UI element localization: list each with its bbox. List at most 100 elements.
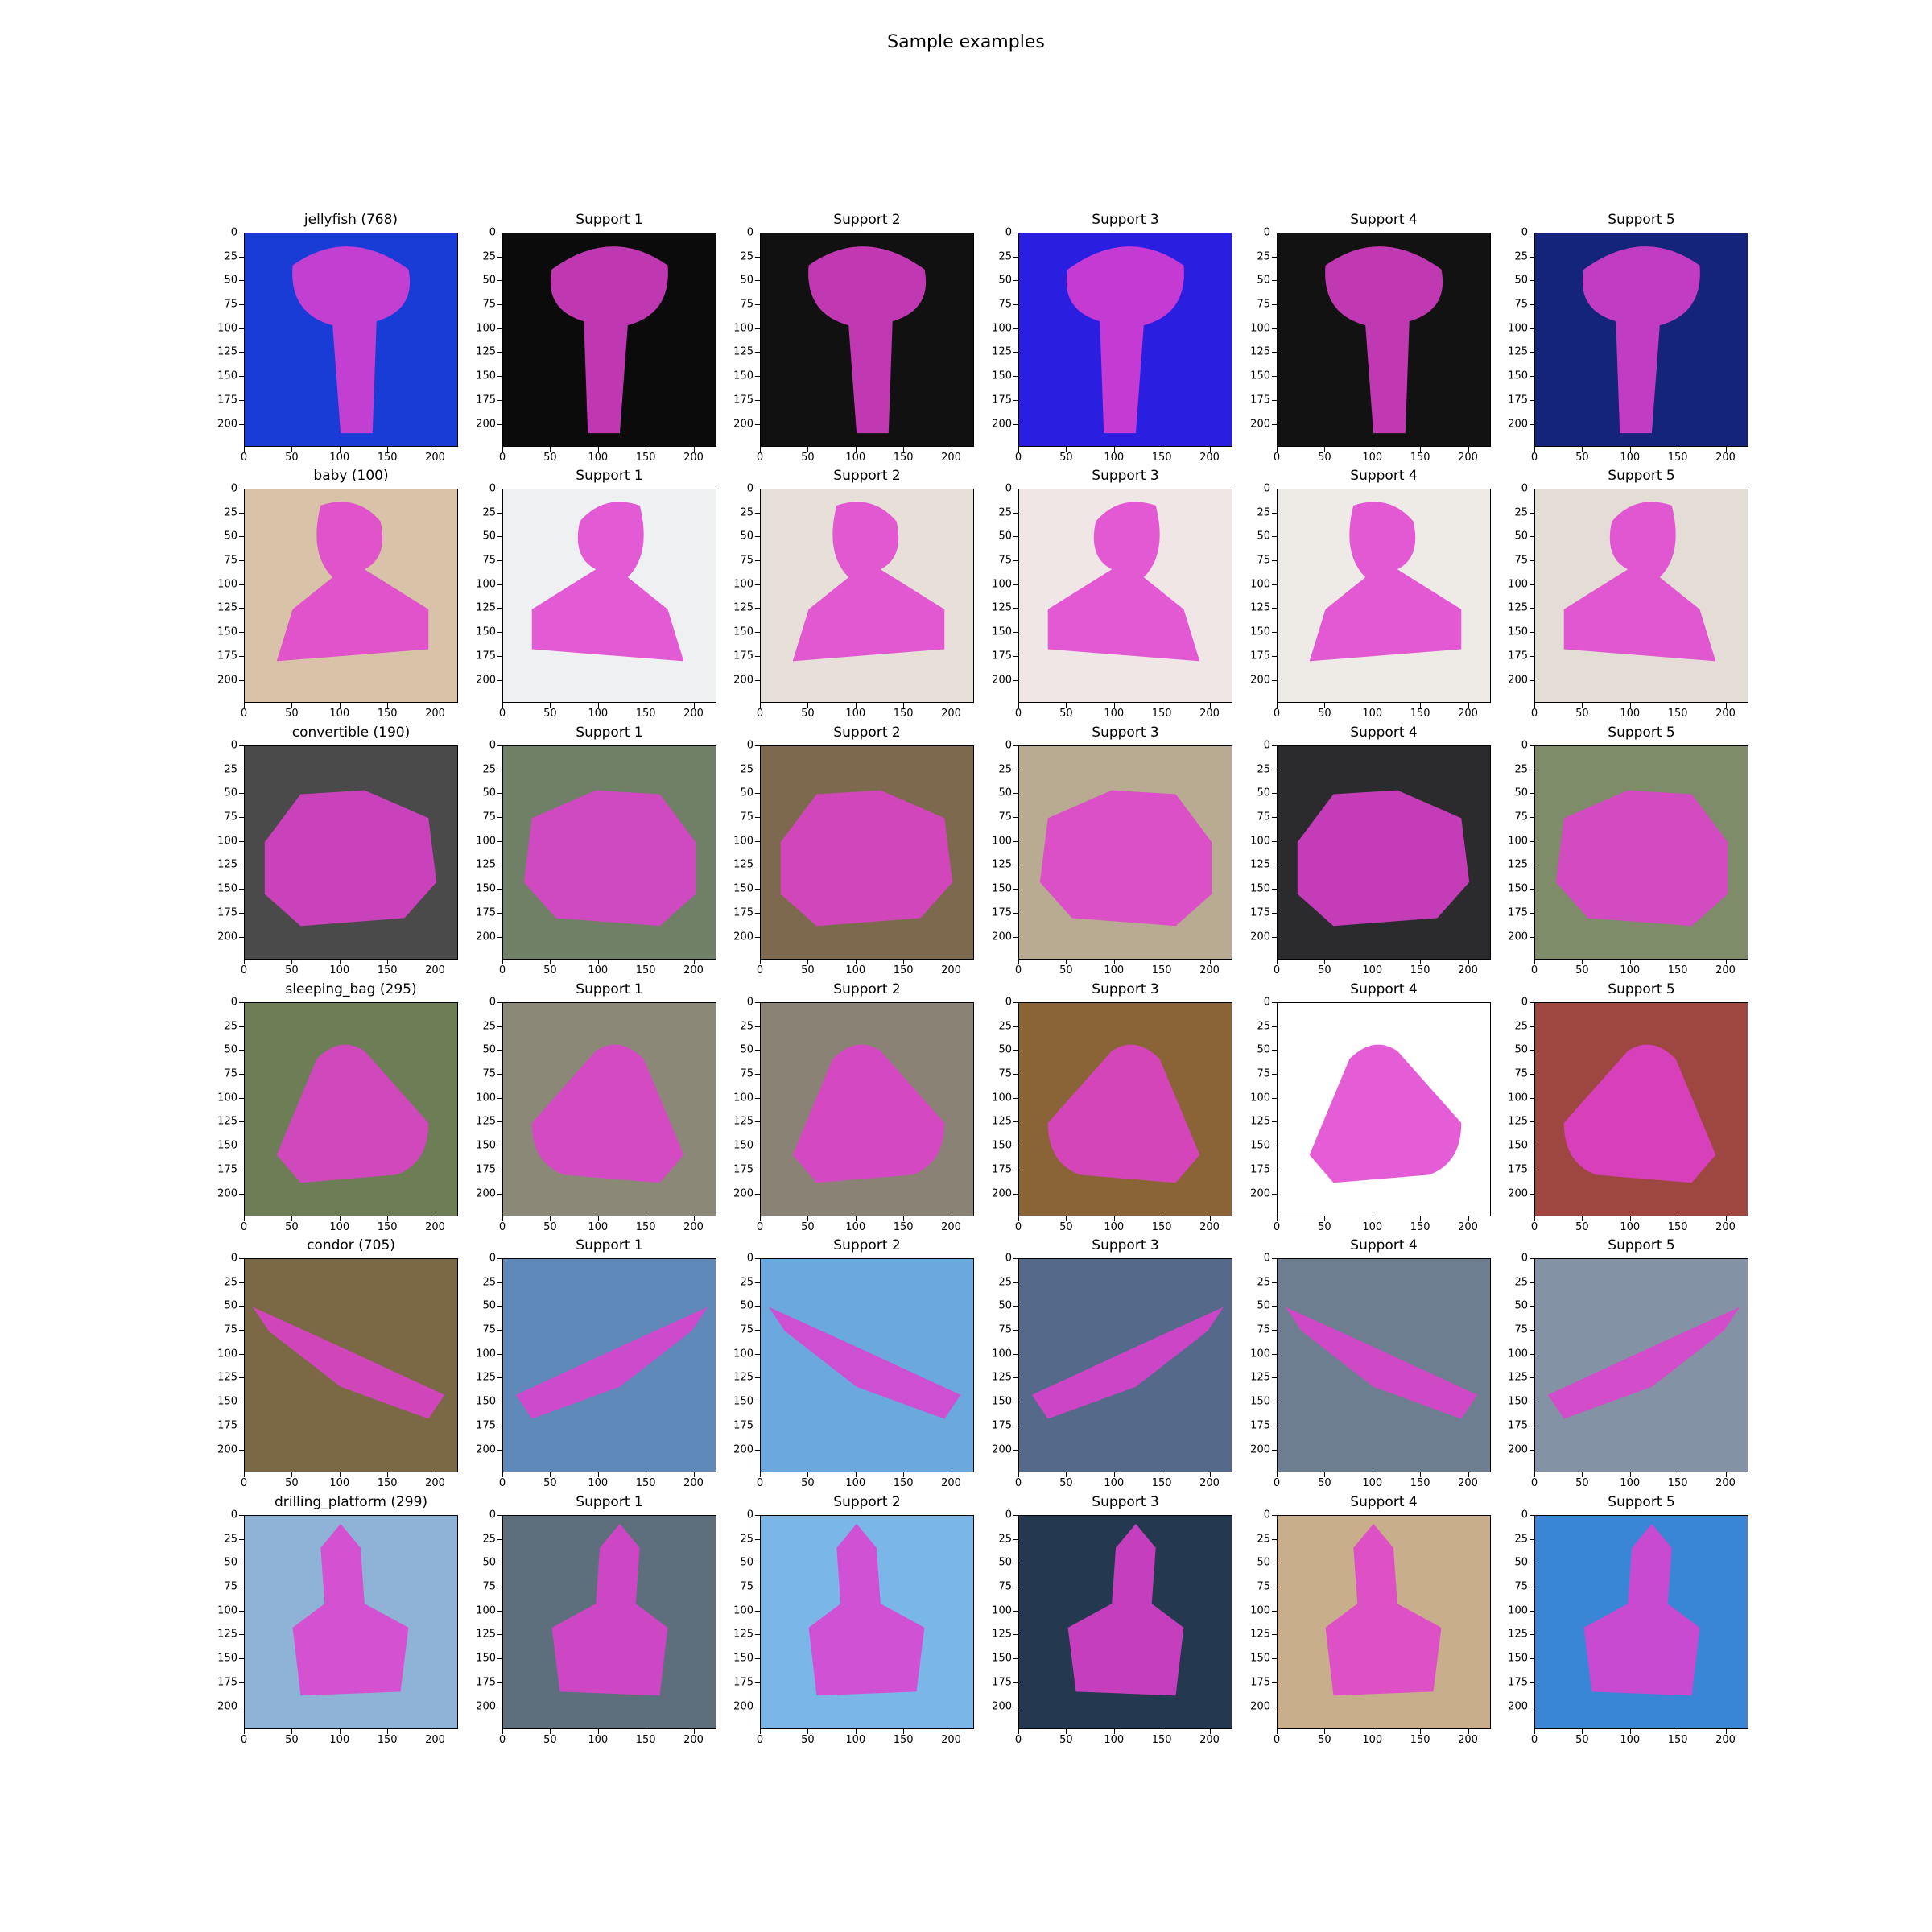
y-tick-label: 0 [489, 226, 496, 239]
y-tick-mark [497, 1282, 502, 1283]
support-panel: Support 2 0 25 50 75 100 125 150 175 200 0 50 100 150… [733, 981, 974, 1233]
x-tick-label: 0 [756, 1734, 764, 1746]
y-tick-mark [1530, 1634, 1534, 1636]
y-tick-mark [497, 1610, 502, 1612]
y-tick-mark [1530, 1353, 1534, 1355]
image-frame [1534, 489, 1748, 703]
y-tick-label: 125 [992, 1628, 1012, 1641]
y-tick-mark [239, 1377, 244, 1379]
y-tick-mark [1013, 1306, 1018, 1307]
y-tick-label: 150 [476, 882, 496, 895]
y-tick-mark [239, 793, 244, 795]
y-tick-label: 25 [1514, 250, 1528, 263]
y-tick-label: 25 [998, 1276, 1012, 1289]
x-tick-label: 200 [1715, 1221, 1736, 1233]
y-tick-mark [239, 1026, 244, 1027]
image-frame [1018, 1002, 1232, 1216]
x-tick-label: 50 [1575, 708, 1589, 720]
y-tick-mark [1013, 280, 1018, 282]
y-tick-label: 100 [733, 322, 753, 335]
y-tick-mark [1530, 912, 1534, 914]
y-tick-label: 25 [998, 1020, 1012, 1033]
y-tick-label: 150 [733, 1139, 753, 1152]
y-tick-label: 200 [733, 931, 753, 943]
y-tick-mark [497, 560, 502, 562]
y-tick-mark [497, 584, 502, 585]
y-tick-label: 200 [1250, 1187, 1270, 1199]
x-tick-label: 50 [801, 1734, 815, 1746]
x-tick-label: 100 [1104, 452, 1125, 464]
y-tick-mark [755, 512, 760, 514]
support-title: Support 5 [1608, 1494, 1675, 1510]
y-tick-label: 200 [1508, 674, 1528, 686]
y-tick-mark [497, 1353, 502, 1355]
y-tick-label: 100 [1508, 1604, 1528, 1617]
sample-grid: jellyfish (768) 0 25 50 75 100 125 150 175 200 0 50… [0, 0, 1932, 1932]
y-tick-label: 0 [489, 996, 496, 1009]
y-tick-mark [755, 1097, 760, 1099]
y-tick-mark [239, 632, 244, 634]
y-tick-label: 25 [224, 763, 237, 776]
query-panel: condor (705) 0 25 50 75 100 125 150 175 200 0 50 100… [217, 1237, 458, 1489]
y-tick-mark [497, 1634, 502, 1636]
y-tick-mark [755, 1515, 760, 1516]
y-tick-label: 100 [733, 578, 753, 591]
y-tick-label: 125 [1250, 601, 1270, 614]
y-tick-label: 75 [482, 1323, 496, 1336]
x-tick-label: 50 [543, 1477, 557, 1489]
y-tick-label: 150 [733, 625, 753, 638]
y-tick-mark [497, 256, 502, 258]
y-tick-mark [1530, 936, 1534, 938]
y-tick-label: 75 [1514, 811, 1528, 824]
y-tick-mark [1272, 1353, 1277, 1355]
y-tick-label: 75 [1257, 1323, 1270, 1336]
y-tick-mark [1530, 632, 1534, 634]
y-tick-label: 100 [1508, 322, 1528, 335]
y-tick-label: 150 [217, 1395, 237, 1408]
y-tick-label: 50 [740, 530, 753, 543]
image-frame [1277, 1515, 1491, 1729]
support-panel: Support 5 0 25 50 75 100 125 150 175 200 0 50 100 150… [1508, 981, 1748, 1233]
support-panel: Support 3 0 25 50 75 100 125 150 175 200 0 50 100 150… [992, 724, 1232, 976]
x-tick-label: 100 [588, 452, 609, 464]
y-tick-mark [1272, 1050, 1277, 1051]
y-tick-label: 125 [217, 1371, 237, 1384]
x-tick-label: 100 [588, 964, 609, 976]
y-tick-label: 125 [1508, 858, 1528, 871]
y-tick-mark [1530, 840, 1534, 842]
x-tick-label: 100 [329, 1477, 350, 1489]
y-tick-label: 150 [733, 882, 753, 895]
y-tick-label: 75 [998, 298, 1012, 311]
y-tick-label: 150 [217, 369, 237, 382]
y-tick-label: 75 [740, 811, 753, 824]
support-panel: Support 4 0 25 50 75 100 125 150 175 200 0 50 100 150… [1250, 1494, 1491, 1746]
support-panel: Support 5 0 25 50 75 100 125 150 175 200 0 50 100 150… [1508, 1237, 1748, 1489]
y-tick-mark [1013, 1658, 1018, 1660]
masked-image [503, 1516, 716, 1728]
y-tick-mark [1272, 889, 1277, 890]
x-tick-label: 100 [329, 452, 350, 464]
y-tick-label: 175 [217, 1419, 237, 1432]
y-tick-label: 200 [1508, 931, 1528, 943]
masked-image [1278, 746, 1490, 959]
y-tick-label: 200 [217, 674, 237, 686]
y-tick-label: 25 [998, 250, 1012, 263]
y-tick-label: 150 [1508, 1139, 1528, 1152]
x-tick-label: 150 [1410, 1477, 1430, 1489]
y-tick-label: 75 [482, 811, 496, 824]
y-tick-label: 0 [230, 482, 237, 495]
support-title: Support 5 [1608, 212, 1675, 228]
y-tick-label: 25 [482, 1533, 496, 1546]
y-tick-mark [239, 1002, 244, 1003]
y-tick-mark [1530, 1121, 1534, 1123]
y-tick-label: 175 [217, 1676, 237, 1689]
y-tick-label: 50 [740, 1299, 753, 1312]
y-tick-mark [1272, 376, 1277, 378]
y-tick-label: 125 [476, 601, 496, 614]
y-tick-label: 175 [1508, 1163, 1528, 1176]
y-tick-mark [1013, 304, 1018, 306]
x-tick-label: 200 [941, 452, 961, 464]
y-tick-label: 125 [217, 1115, 237, 1128]
y-tick-mark [1530, 536, 1534, 538]
masked-image [761, 1516, 973, 1728]
